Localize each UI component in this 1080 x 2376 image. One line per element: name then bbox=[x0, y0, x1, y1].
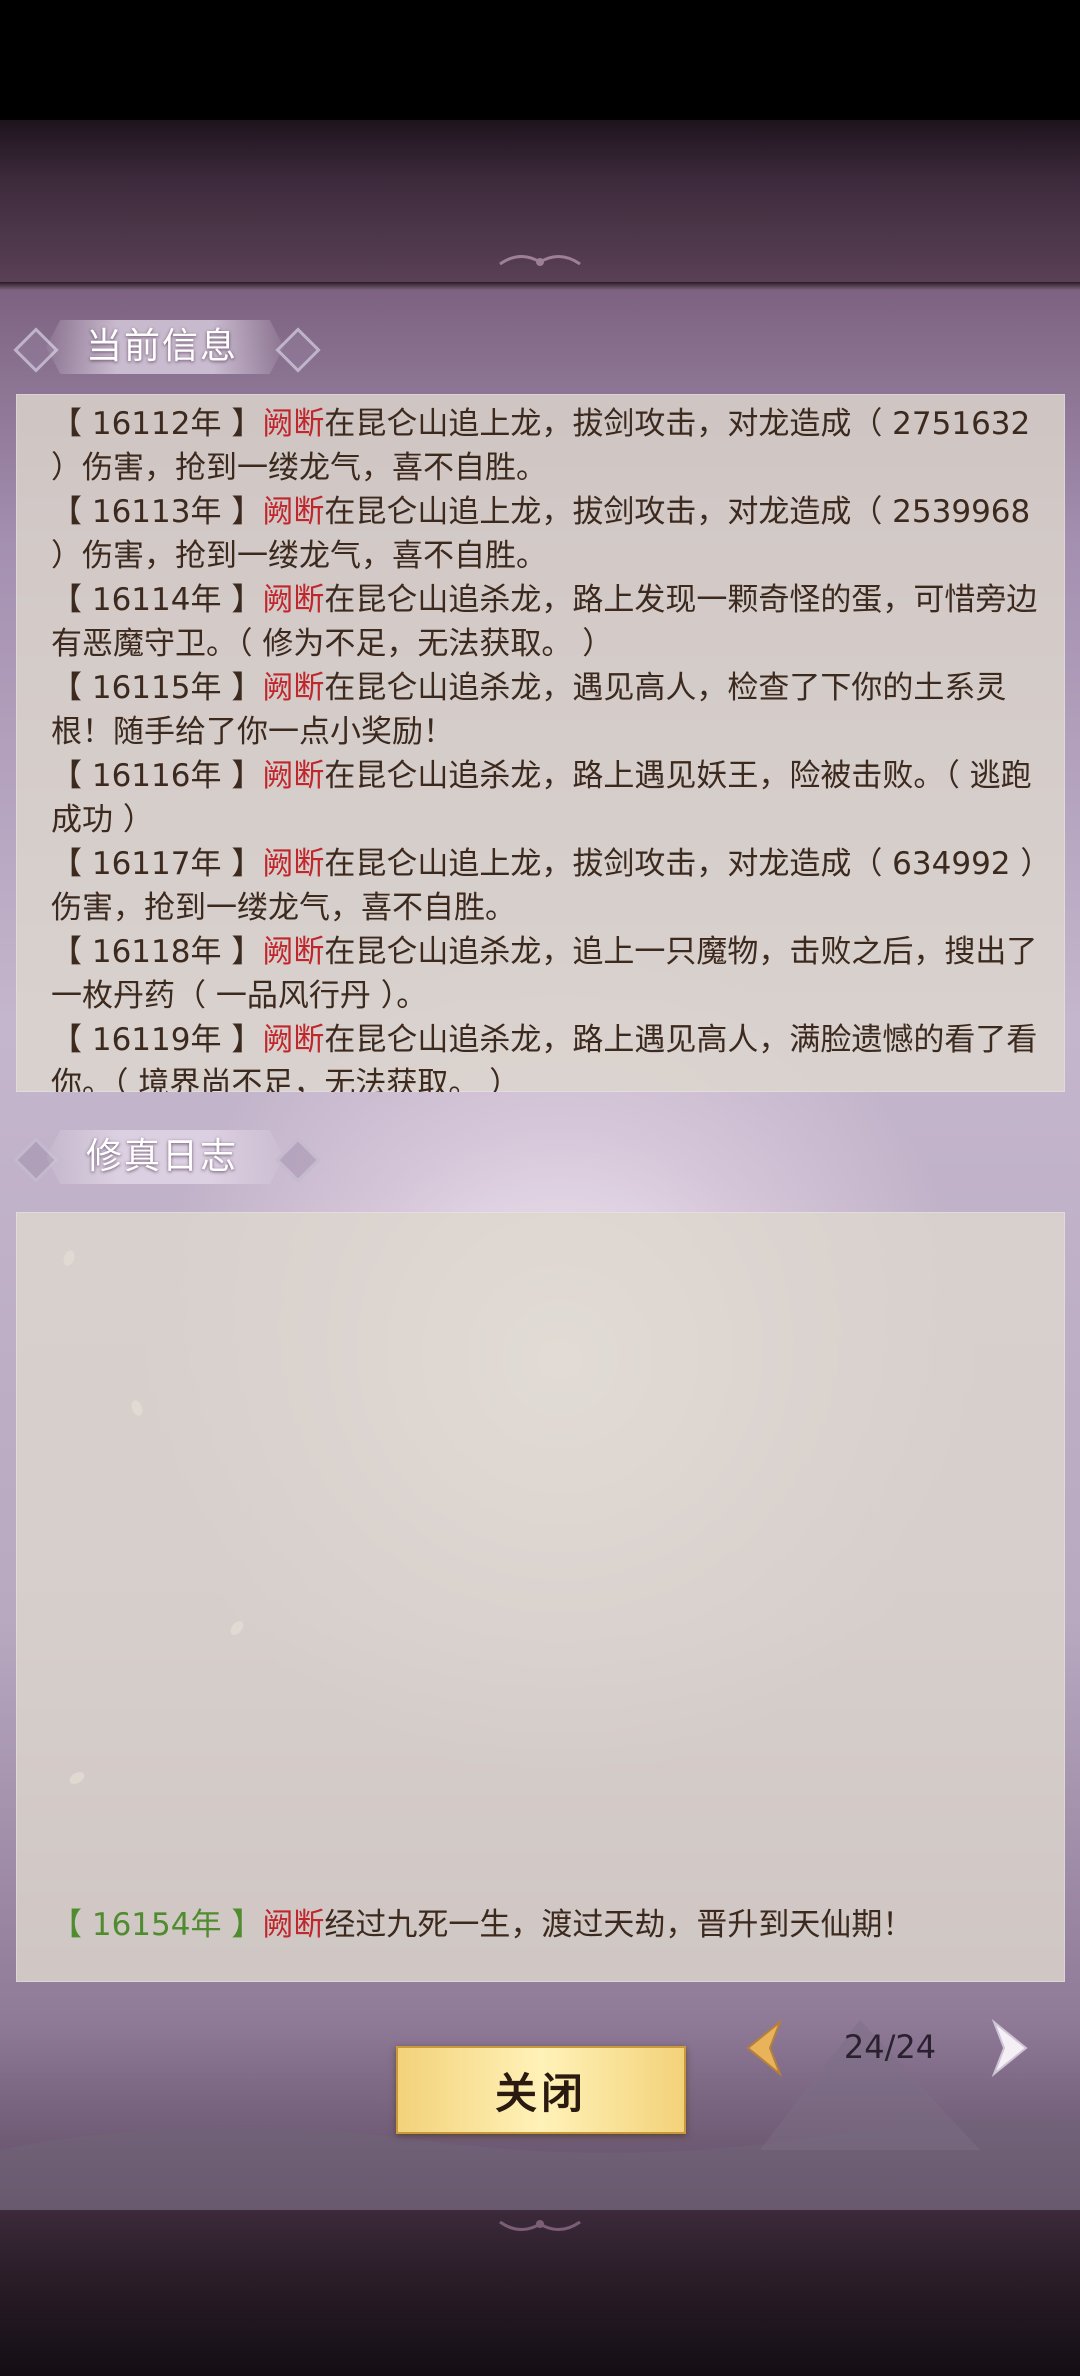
log-entry-year: 【 16154年 】 bbox=[51, 1907, 263, 1943]
bottom-ornament-icon bbox=[499, 2220, 581, 2231]
chevron-left-icon[interactable] bbox=[736, 2018, 796, 2078]
entry-name: 阙断 bbox=[262, 406, 325, 442]
status-bar bbox=[0, 0, 1080, 120]
current-info-entry: 【 16112年 】阙断在昆仑山追上龙，拔剑攻击，对龙造成（ 2751632 ）… bbox=[51, 402, 1046, 490]
entry-name: 阙断 bbox=[262, 670, 325, 706]
current-info-entry: 【 16117年 】阙断在昆仑山追上龙，拔剑攻击，对龙造成（ 634992 ）伤… bbox=[51, 842, 1046, 930]
header-diamond-icon bbox=[275, 327, 321, 373]
current-info-header: 当前信息 bbox=[13, 312, 321, 382]
entry-name: 阙断 bbox=[262, 582, 325, 618]
log-entry-text: 经过九死一生，渡过天劫，晋升到天仙期！ bbox=[324, 1907, 914, 1943]
current-info-entry: 【 16119年 】阙断在昆仑山追杀龙，路上遇见高人，满脸遗憾的看了看你。（ 境… bbox=[51, 1018, 1046, 1092]
top-ornament-icon bbox=[499, 255, 581, 266]
cultivation-log-panel[interactable]: 【 16154年 】阙断经过九死一生，渡过天劫，晋升到天仙期！ bbox=[16, 1212, 1065, 1982]
entry-name: 阙断 bbox=[262, 1022, 325, 1058]
current-info-title: 当前信息 bbox=[86, 326, 239, 367]
entry-name: 阙断 bbox=[262, 758, 325, 794]
page-indicator: 24/24 bbox=[843, 2028, 937, 2066]
current-info-list: 【 16112年 】阙断在昆仑山追上龙，拔剑攻击，对龙造成（ 2751632 ）… bbox=[51, 402, 1046, 1092]
entry-name: 阙断 bbox=[262, 846, 325, 882]
current-info-entry: 【 16115年 】阙断在昆仑山追杀龙，遇见高人，检查了下你的土系灵根！随手给了… bbox=[51, 666, 1046, 754]
entry-year: 【 16118年 】 bbox=[51, 934, 263, 970]
current-info-entry: 【 16116年 】阙断在昆仑山追杀龙，路上遇见妖王，险被击败。（ 逃跑成功 ） bbox=[51, 754, 1046, 842]
header-diamond-icon bbox=[275, 1137, 321, 1183]
current-info-entry: 【 16114年 】阙断在昆仑山追杀龙，路上发现一颗奇怪的蛋，可惜旁边有恶魔守卫… bbox=[51, 578, 1046, 666]
entry-year: 【 16117年 】 bbox=[51, 846, 263, 882]
current-info-entry: 【 16118年 】阙断在昆仑山追杀龙，追上一只魔物，击败之后，搜出了一枚丹药（… bbox=[51, 930, 1046, 1018]
entry-year: 【 16116年 】 bbox=[51, 758, 263, 794]
entry-year: 【 16113年 】 bbox=[51, 494, 263, 530]
close-button[interactable]: 关闭 bbox=[396, 2046, 686, 2134]
entry-name: 阙断 bbox=[262, 494, 325, 530]
panel-top-edge bbox=[0, 282, 1080, 290]
current-info-panel[interactable]: 【 16112年 】阙断在昆仑山追上龙，拔剑攻击，对龙造成（ 2751632 ）… bbox=[16, 394, 1065, 1092]
entry-year: 【 16115年 】 bbox=[51, 670, 263, 706]
entry-year: 【 16112年 】 bbox=[51, 406, 263, 442]
cultivation-log-title: 修真日志 bbox=[86, 1136, 239, 1177]
entry-year: 【 16114年 】 bbox=[51, 582, 263, 618]
current-info-entry: 【 16113年 】阙断在昆仑山追上龙，拔剑攻击，对龙造成（ 2539968 ）… bbox=[51, 490, 1046, 578]
entry-name: 阙断 bbox=[262, 934, 325, 970]
chevron-right-icon[interactable] bbox=[978, 2018, 1038, 2078]
log-entry: 【 16154年 】阙断经过九死一生，渡过天劫，晋升到天仙期！ bbox=[51, 1903, 1046, 1947]
entry-year: 【 16119年 】 bbox=[51, 1022, 263, 1058]
cultivation-log-header: 修真日志 bbox=[13, 1122, 321, 1192]
log-entry-name: 阙断 bbox=[262, 1907, 325, 1943]
